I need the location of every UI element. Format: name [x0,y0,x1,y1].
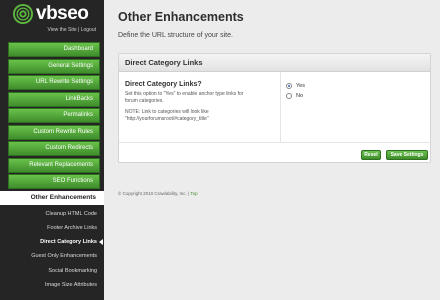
option-title: Direct Category Links? [125,81,202,88]
settings-panel: Direct Category Links Direct Category Li… [118,53,431,163]
nav-item-relevant-replacements[interactable]: Relevant Replacements [8,157,100,173]
logout-link[interactable]: Logout [81,27,96,33]
view-site-link[interactable]: View the Site [48,27,77,33]
save-settings-button[interactable]: Save Settings [386,150,428,160]
vbseo-logo-icon [12,3,34,25]
radio-option-no[interactable]: No [286,91,305,101]
nav-item-url-rewrite-settings[interactable]: URL Rewrite Settings [8,75,100,90]
nav-item-linkbacks[interactable]: LinkBacks [8,91,100,107]
nav-item-permalinks[interactable]: Permalinks [8,108,100,123]
sub-item-label: Direct Category Links [40,239,97,246]
option-description-line: forum categories. [125,97,164,104]
sub-item-cleanup-html[interactable]: Cleanup HTML Code [0,207,104,221]
copyright-text: © Copyright 2010 Crawlability, Inc. | [118,191,190,196]
option-divider [280,72,281,142]
sub-item-image-size-attributes[interactable]: Image Size Attributes [0,278,104,292]
direct-category-links-radio-group: Yes No [286,81,305,101]
page-description: Define the URL structure of your site. [118,32,233,39]
nav-item-custom-redirects[interactable]: Custom Redirects [8,141,100,156]
radio-yes-label: Yes [296,83,305,89]
main-content: Other Enhancements Define the URL struct… [104,0,440,300]
brand-name: vbseo [36,3,89,24]
option-note-line: "http://yourforumsroot/#category_title" [125,115,209,122]
option-note: NOTE: Link to categories will look like … [125,109,275,122]
sub-item-social-bookmarking[interactable]: Social Bookmarking [0,264,104,278]
top-link[interactable]: Top [190,191,197,196]
radio-option-yes[interactable]: Yes [286,81,305,91]
main-nav: Dashboard General Settings URL Rewrite S… [0,42,104,292]
radio-no[interactable] [286,93,292,99]
panel-header: Direct Category Links [119,54,430,72]
sub-item-direct-category-links[interactable]: Direct Category Links [0,235,104,249]
nav-item-general-settings[interactable]: General Settings [8,58,100,74]
nav-item-other-enhancements[interactable]: Other Enhancements [0,190,104,205]
footer: © Copyright 2010 Crawlability, Inc. | To… [118,191,198,196]
brand-area: vbseo View the Site | Logout [0,0,104,42]
nav-item-dashboard[interactable]: Dashboard [8,42,100,57]
nav-item-custom-rewrite-rules[interactable]: Custom Rewrite Rules [8,124,100,140]
sidebar: vbseo View the Site | Logout Dashboard G… [0,0,104,300]
logo[interactable]: vbseo [12,3,100,25]
radio-no-label: No [296,93,304,99]
option-info: Direct Category Links? Set this option t… [125,81,275,122]
nav-item-seo-functions[interactable]: SEO Functions [8,174,100,189]
option-description: Set this option to "Yes" to enable ancho… [125,91,275,104]
radio-yes[interactable] [286,83,292,89]
panel-footer-divider [119,142,430,143]
reset-button[interactable]: Reset [361,150,381,160]
page-title: Other Enhancements [118,10,244,24]
brand-links: View the Site | Logout [12,27,100,33]
sub-item-guest-only-enhancements[interactable]: Guest Only Enhancements [0,249,104,263]
sub-item-footer-archive-links[interactable]: Footer Archive Links [0,221,104,235]
current-indicator-icon [99,239,103,246]
